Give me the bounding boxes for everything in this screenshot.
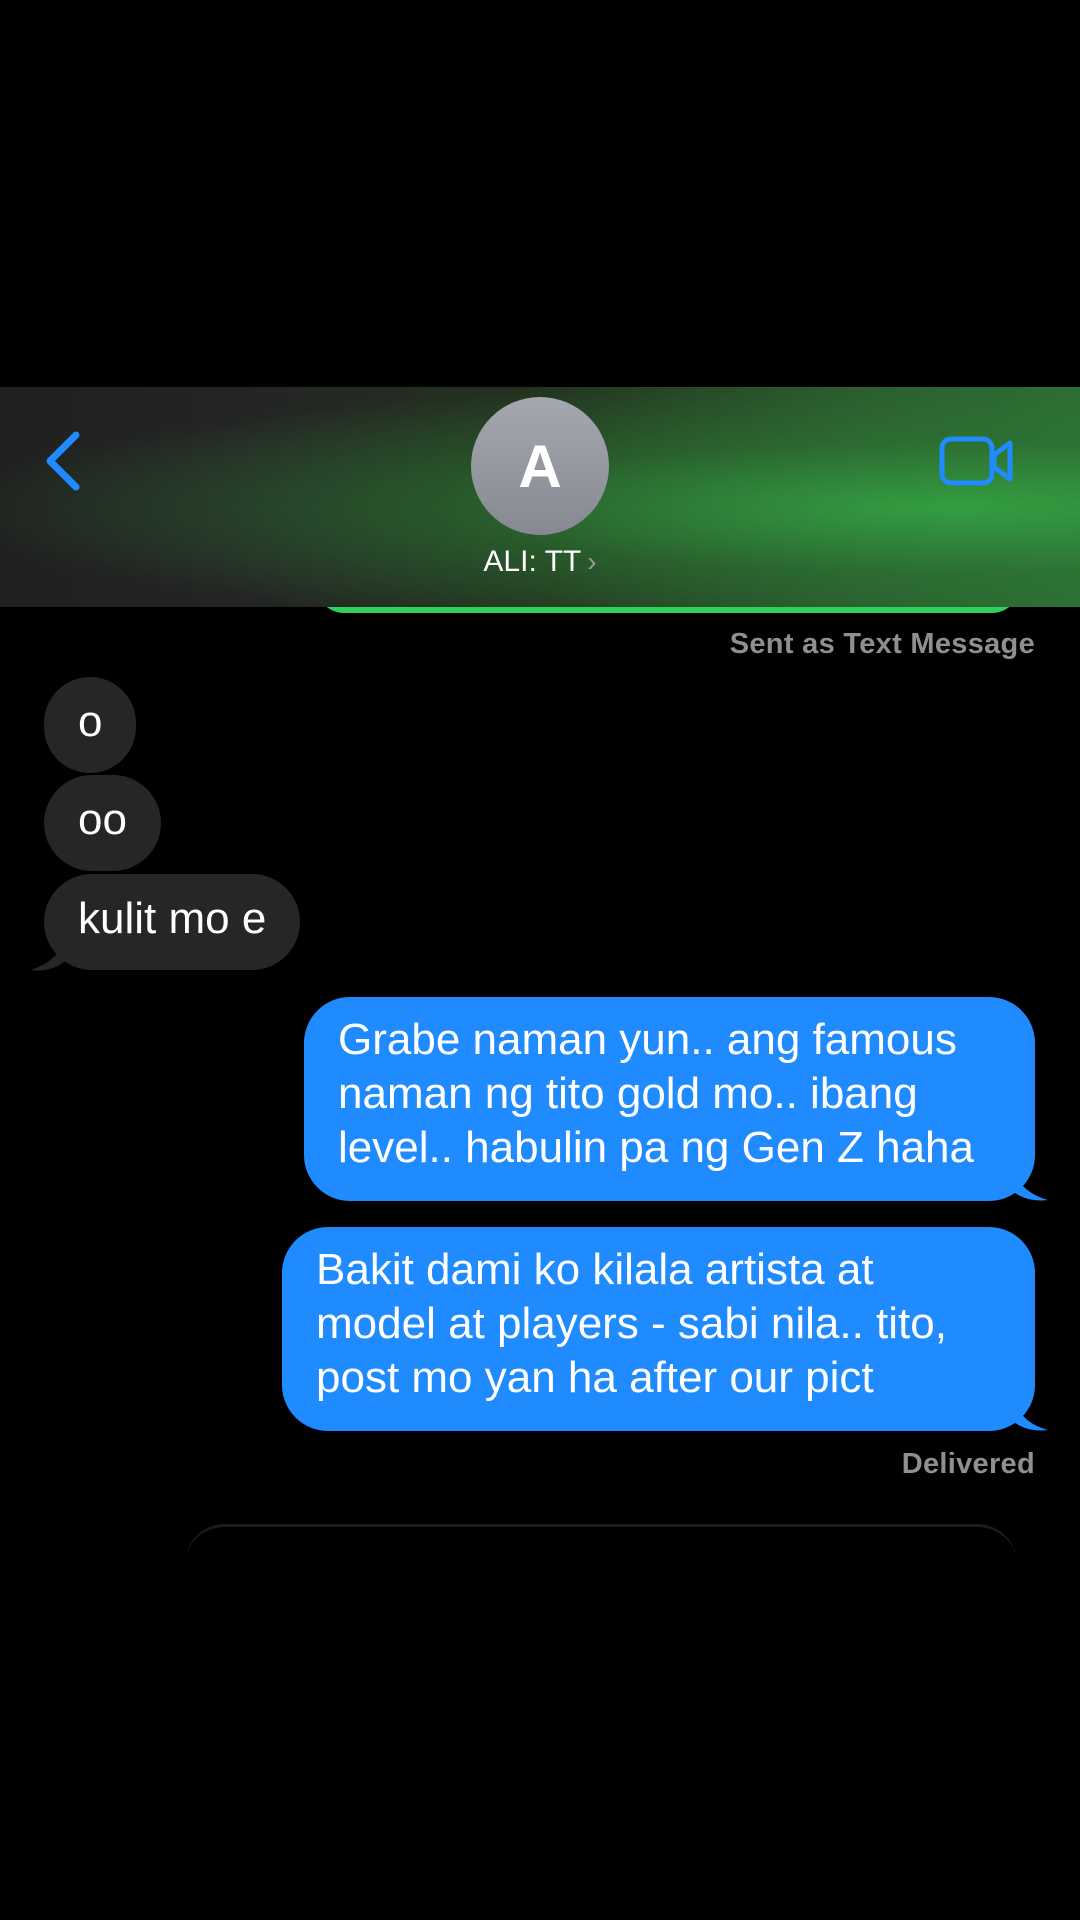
chevron-left-icon [46, 431, 80, 491]
delivered-status: Delivered [901, 1448, 1035, 1480]
message-text: o [78, 697, 103, 746]
sent-as-text-status: Sent as Text Message [729, 628, 1035, 660]
contact-name-button[interactable]: ALI: TT › [0, 545, 1080, 579]
message-text: Bakit dami ko kilala artista at model at… [316, 1245, 947, 1402]
facetime-video-button[interactable] [938, 433, 1016, 489]
incoming-message[interactable]: oo [44, 775, 161, 871]
incoming-message[interactable]: o [44, 677, 137, 773]
contact-avatar[interactable]: A [471, 397, 609, 535]
avatar-initial: A [518, 432, 562, 500]
incoming-message[interactable]: kulit mo e [44, 874, 301, 970]
message-text: oo [78, 795, 127, 844]
chevron-right-icon: › [587, 546, 597, 577]
outgoing-message[interactable]: Bakit dami ko kilala artista at model at… [282, 1227, 1035, 1431]
outgoing-bubble-tail [1010, 1388, 1048, 1431]
incoming-bubble-tail [30, 928, 68, 971]
message-text: kulit mo e [78, 894, 267, 943]
contact-name: ALI: TT [483, 545, 582, 578]
conversation-header: A ALI: TT › [0, 387, 1080, 607]
video-camera-icon [939, 436, 1013, 486]
outgoing-message[interactable]: Grabe naman yun.. ang famous naman ng ti… [304, 997, 1035, 1201]
message-text: Grabe naman yun.. ang famous naman ng ti… [338, 1015, 975, 1172]
back-button[interactable] [38, 427, 90, 507]
next-message-bubble[interactable] [185, 1524, 1017, 1564]
outgoing-bubble-tail [1010, 1158, 1048, 1201]
